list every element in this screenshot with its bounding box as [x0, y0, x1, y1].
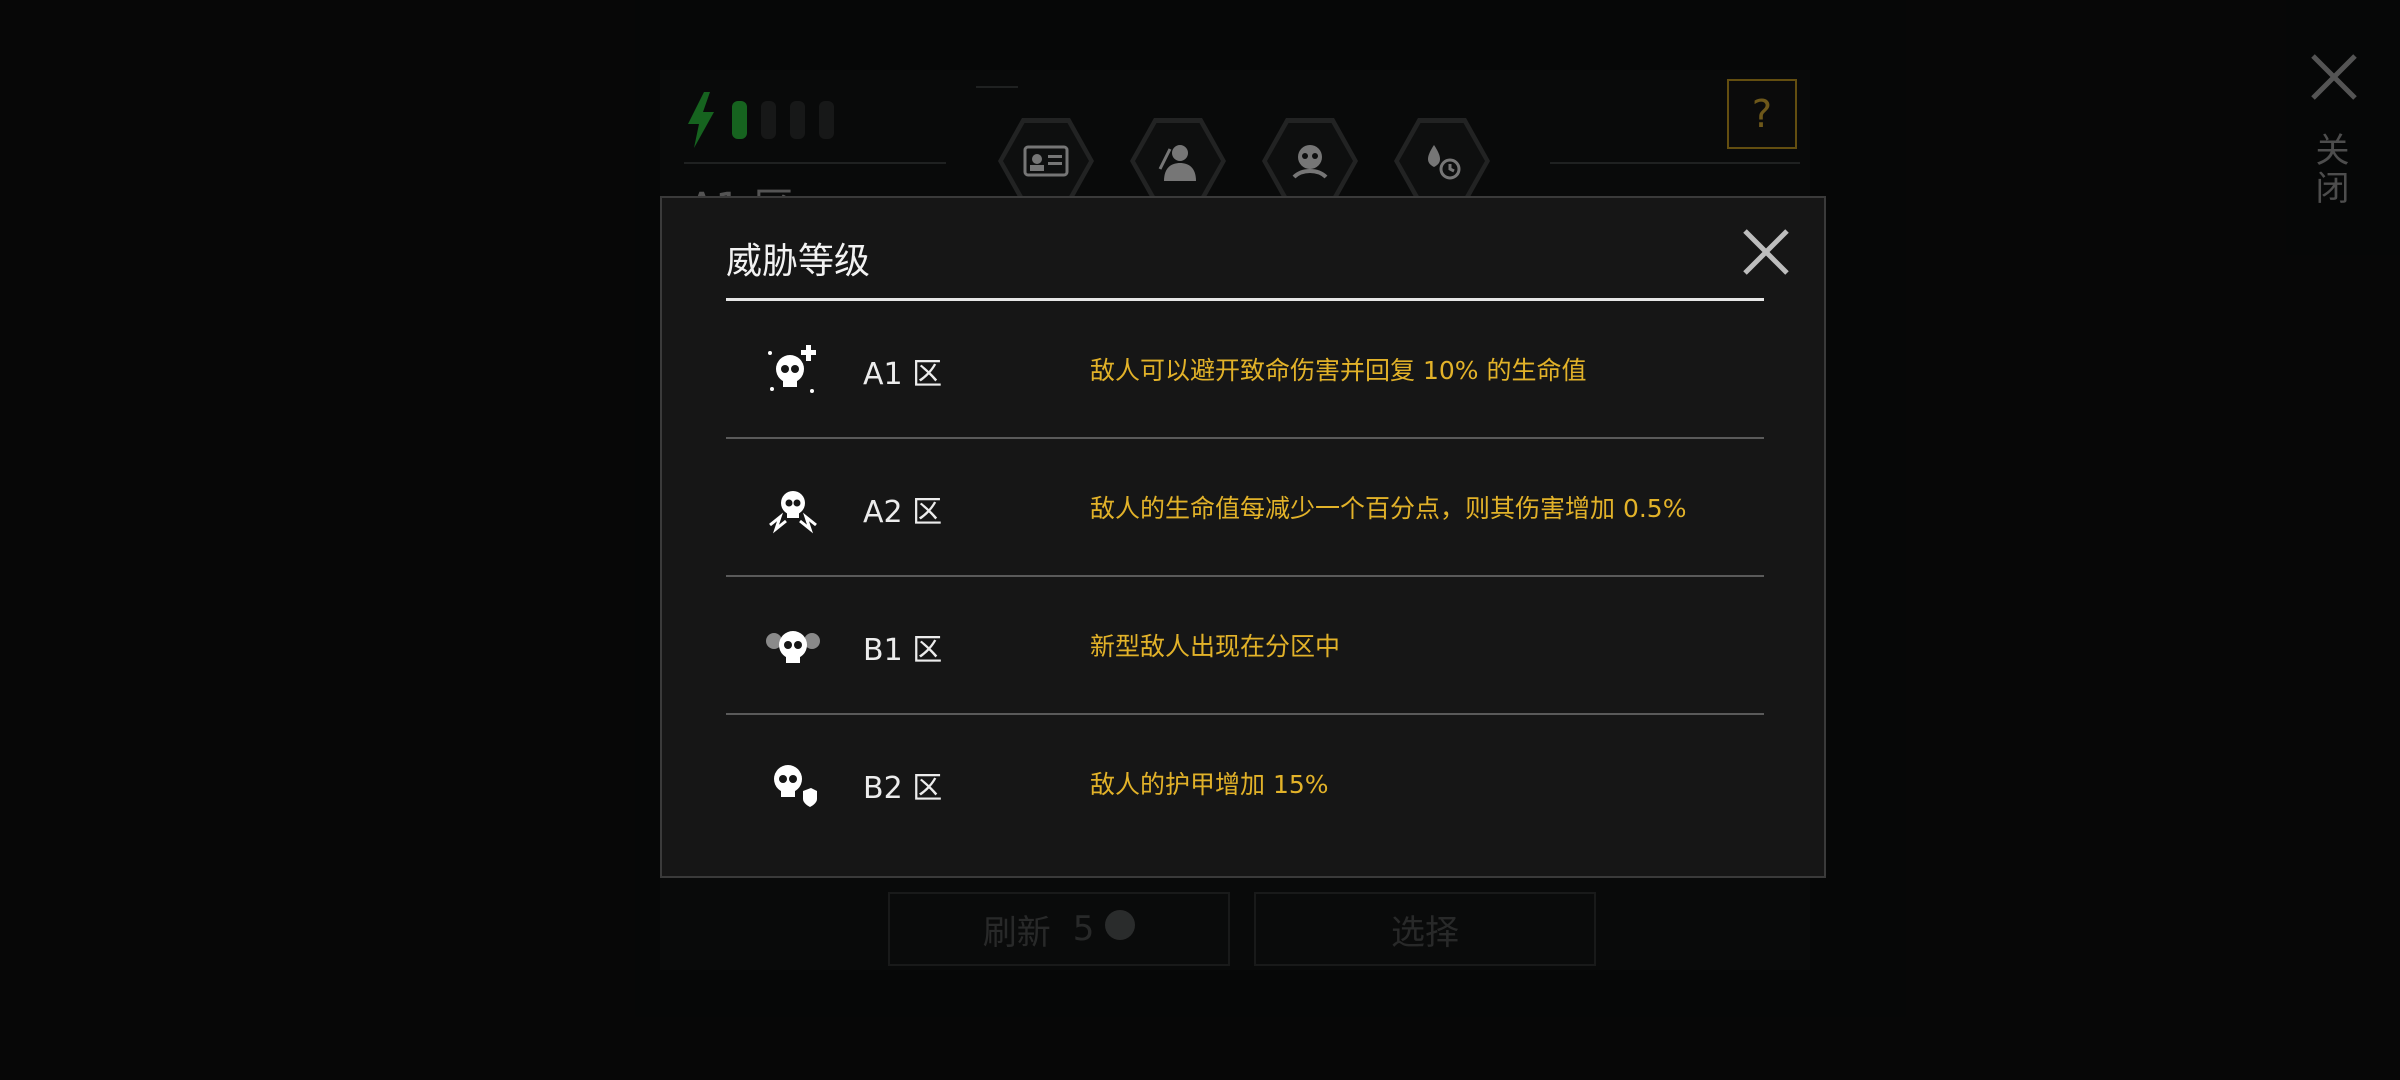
zone-description: 敌人的护甲增加 15% — [1090, 770, 1329, 799]
zone-name: B2 区 — [863, 771, 943, 806]
threat-row: B2 区 敌人的护甲增加 15% — [726, 717, 1764, 853]
threat-row: A1 区 敌人可以避开致命伤害并回复 10% 的生命值 — [726, 303, 1764, 439]
skull-horns-icon — [766, 631, 820, 663]
skull-plus-icon — [768, 345, 816, 393]
title-divider — [726, 298, 1764, 301]
skull-cracked-icon — [769, 491, 817, 534]
threat-level-dialog: 威胁等级 A1 区 敌人可以避开致命伤害并回复 10% 的生命值 A2 区 敌人… — [660, 196, 1826, 878]
zone-name: A1 区 — [863, 357, 943, 392]
zone-description: 敌人可以避开致命伤害并回复 10% 的生命值 — [1090, 356, 1587, 385]
zone-description: 敌人的生命值每减少一个百分点，则其伤害增加 0.5% — [1090, 494, 1687, 523]
threat-row: B1 区 新型敌人出现在分区中 — [726, 579, 1764, 715]
row-divider — [726, 437, 1764, 439]
close-icon[interactable] — [1740, 226, 1792, 278]
skull-armor-icon — [774, 765, 820, 811]
row-divider — [726, 713, 1764, 715]
zone-name: A2 区 — [863, 495, 943, 530]
dialog-title: 威胁等级 — [726, 241, 871, 282]
zone-description: 新型敌人出现在分区中 — [1090, 632, 1341, 661]
zone-name: B1 区 — [863, 633, 943, 668]
row-divider — [726, 575, 1764, 577]
threat-row: A2 区 敌人的生命值每减少一个百分点，则其伤害增加 0.5% — [726, 441, 1764, 577]
